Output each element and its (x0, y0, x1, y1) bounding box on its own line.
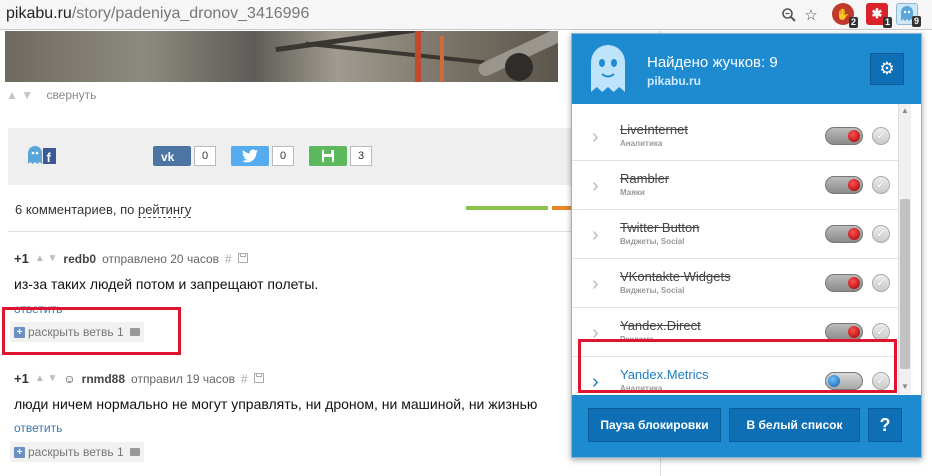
tracker-category: Аналитика (620, 139, 663, 148)
vote-arrows-icon[interactable]: ▲ ▼ (6, 88, 33, 102)
comment-author[interactable]: redb0 (63, 252, 96, 266)
hash-link-icon[interactable]: # (225, 252, 232, 266)
url-field[interactable]: pikabu.ru/story/padeniya_dronov_3416996 (6, 5, 309, 23)
twitter-bird-icon[interactable] (231, 146, 269, 166)
expand-thread-label: раскрыть ветвь 1 (28, 445, 124, 459)
pikabu-facebook-icon[interactable]: f (27, 145, 57, 165)
highlight-box-expand (2, 307, 181, 355)
collapse-link[interactable]: свернуть (46, 88, 96, 102)
tracker-name: Twitter Button (620, 220, 700, 235)
comment-header: +1 ▲ ▼ redb0 отправлено 20 часов # (14, 251, 248, 266)
share-panel: f vk 0 0 3 (8, 128, 571, 185)
comment-text: люди ничем нормально не могут управлять,… (14, 396, 538, 412)
tracker-category: Виджеты, Social (620, 237, 685, 246)
tracker-name: LiveInternet (620, 122, 688, 137)
comment-time: отправлено 20 часов (102, 251, 220, 266)
vk-icon[interactable]: vk (153, 146, 191, 166)
scrollbar-thumb[interactable] (900, 199, 910, 369)
comment-score: +1 (14, 251, 29, 266)
trust-check-icon[interactable]: ✓ (872, 274, 890, 292)
zoom-icon[interactable] (780, 6, 798, 24)
tracker-category: Маяки (620, 188, 645, 197)
scroll-down-icon[interactable]: ▼ (901, 382, 909, 391)
settings-gear-button[interactable]: ⚙ (870, 53, 904, 85)
whitelist-button[interactable]: В белый список (729, 408, 860, 442)
block-toggle[interactable] (825, 274, 863, 292)
collapse-post-row: ▲ ▼ свернуть (6, 88, 96, 102)
trust-check-icon[interactable]: ✓ (872, 127, 890, 145)
url-path: /story/padeniya_dronov_3416996 (71, 5, 310, 22)
chevron-right-icon[interactable]: › (592, 126, 599, 149)
trust-check-icon[interactable]: ✓ (872, 176, 890, 194)
svg-text:vk: vk (161, 150, 175, 162)
comment-header: +1 ▲ ▼ ☺ rnmd88 отправил 19 часов # (14, 371, 264, 386)
vote-arrows-icon[interactable]: ▲ ▼ (35, 253, 58, 264)
ghostery-ghost-icon (588, 44, 628, 94)
expand-thread-button[interactable]: + раскрыть ветвь 1 (10, 442, 144, 462)
current-site: pikabu.ru (647, 74, 702, 88)
comment-score: +1 (14, 371, 29, 386)
comment-bubble-icon (129, 448, 140, 456)
save-comment-icon[interactable] (253, 372, 264, 386)
hash-link-icon[interactable]: # (241, 372, 248, 386)
save-share[interactable]: 3 (309, 146, 372, 166)
tracker-list-scrollbar[interactable]: ▲ ▼ (898, 104, 911, 394)
trust-check-icon[interactable]: ✓ (872, 225, 890, 243)
ghostery-extension-icon[interactable]: 9 (896, 3, 921, 27)
tracker-name: Yandex.Direct (620, 318, 701, 333)
tracker-name: VKontakte Widgets (620, 269, 731, 284)
divider (8, 231, 571, 232)
chevron-right-icon[interactable]: › (592, 175, 599, 198)
scroll-up-icon[interactable]: ▲ (901, 106, 909, 115)
ghostery-footer: Пауза блокировки В белый список ? (572, 395, 921, 457)
highlight-box-tracker (578, 339, 897, 393)
trackers-found-title: Найдено жучков: 9 (647, 54, 778, 71)
tracker-row[interactable]: › LiveInternet Аналитика ✓ (572, 112, 909, 161)
comment-author[interactable]: rnmd88 (82, 372, 125, 386)
help-button[interactable]: ? (868, 408, 902, 442)
chevron-right-icon[interactable]: › (592, 273, 599, 296)
gear-icon: ⚙ (879, 59, 895, 78)
comment-time: отправил 19 часов (131, 371, 235, 386)
sort-rating-link[interactable]: рейтингу (137, 202, 192, 218)
tracker-row[interactable]: › VKontakte Widgets Виджеты, Social ✓ (572, 259, 909, 308)
reply-link[interactable]: ответить (14, 421, 62, 435)
tracker-name: Rambler (620, 171, 670, 186)
tracker-category: Виджеты, Social (620, 286, 685, 295)
avatar-icon: ☺ (63, 371, 76, 386)
puzzle-badge: 1 (882, 17, 892, 28)
save-comment-icon[interactable] (237, 252, 248, 266)
vk-share-count: 0 (194, 146, 216, 166)
chevron-right-icon[interactable]: › (592, 224, 599, 247)
ghostery-badge: 9 (911, 16, 921, 27)
twitter-share[interactable]: 0 (231, 146, 294, 166)
pause-blocking-button[interactable]: Пауза блокировки (588, 408, 721, 442)
ghostery-header: Найдено жучков: 9 pikabu.ru ⚙ (572, 34, 921, 104)
vk-share[interactable]: vk 0 (153, 146, 216, 166)
save-count: 3 (350, 146, 372, 166)
svg-text:f: f (47, 150, 52, 165)
comment-text: из-за таких людей потом и запрещают поле… (14, 276, 319, 292)
browser-address-bar[interactable]: pikabu.ru/story/padeniya_dronov_3416996 … (0, 0, 932, 30)
vote-arrows-icon[interactable]: ▲ ▼ (35, 373, 58, 384)
url-host: pikabu.ru (6, 5, 72, 22)
post-image (5, 31, 558, 82)
ghostery-popup: Найдено жучков: 9 pikabu.ru ⚙ › LiveInte… (571, 33, 922, 458)
block-toggle[interactable] (825, 225, 863, 243)
rating-bar (466, 206, 571, 210)
plus-icon: + (14, 446, 25, 458)
save-disk-icon[interactable] (309, 146, 347, 166)
adblock-extension-icon[interactable]: ✋ 2 (832, 3, 858, 28)
adblock-badge: 2 (848, 17, 858, 28)
puzzle-extension-icon[interactable]: ✱ 1 (866, 3, 892, 28)
block-toggle[interactable] (825, 176, 863, 194)
comments-sort-line: 6 комментариев, по рейтингу (15, 202, 192, 218)
block-toggle[interactable] (825, 127, 863, 145)
bookmark-star-icon[interactable]: ☆ (802, 6, 820, 24)
tracker-row[interactable]: › Rambler Маяки ✓ (572, 161, 909, 210)
twitter-share-count: 0 (272, 146, 294, 166)
comments-count-label: 6 комментариев, по (15, 202, 138, 217)
tracker-row[interactable]: › Twitter Button Виджеты, Social ✓ (572, 210, 909, 259)
